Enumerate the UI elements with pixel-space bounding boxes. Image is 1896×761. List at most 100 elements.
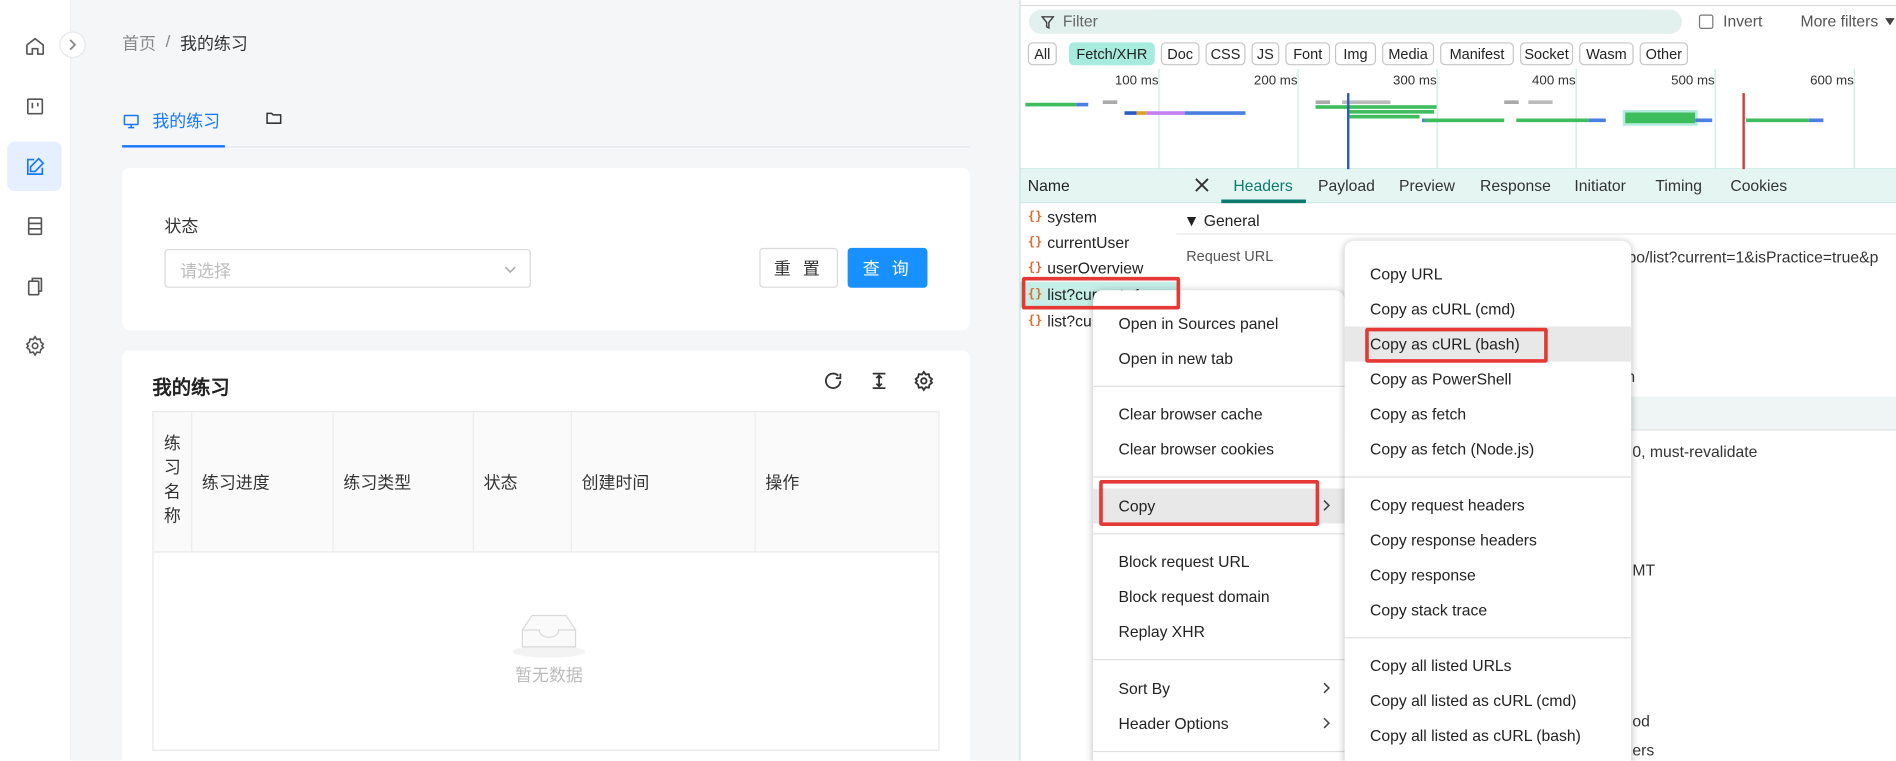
menu-sort-by[interactable]: Sort By — [1093, 671, 1345, 706]
refresh-icon — [824, 372, 842, 389]
tab-timing[interactable]: Timing — [1655, 177, 1702, 195]
filter-icon — [1041, 16, 1055, 30]
general-section-header[interactable]: ▼ General — [1176, 206, 1896, 235]
filter-input[interactable]: Filter — [1029, 9, 1682, 34]
rail-settings[interactable] — [7, 320, 61, 370]
copy-as-fetch[interactable]: Copy as fetch — [1345, 397, 1632, 432]
type-filter-socket[interactable]: Socket — [1519, 42, 1574, 66]
copy-stack-trace[interactable]: Copy stack trace — [1345, 592, 1632, 627]
tab-cookies[interactable]: Cookies — [1730, 177, 1787, 195]
side-rail — [0, 0, 72, 761]
copy-all-as-curl-cmd[interactable]: Copy all listed as cURL (cmd) — [1345, 683, 1632, 718]
timeline-label: 200 ms — [1253, 73, 1298, 89]
waterfall-bar — [1528, 100, 1553, 104]
name-column-header[interactable]: Name — [1020, 169, 1177, 204]
close-icon[interactable] — [1193, 177, 1210, 194]
copy-response-headers[interactable]: Copy response headers — [1345, 522, 1632, 557]
waterfall-bar — [1102, 100, 1118, 104]
reset-button[interactable]: 重 置 — [759, 247, 838, 288]
refresh-button[interactable] — [822, 370, 846, 394]
waterfall-bar — [1516, 118, 1589, 123]
menu-clear-cache[interactable]: Clear browser cache — [1093, 397, 1345, 432]
copy-as-curl-bash[interactable]: Copy as cURL (bash) — [1344, 326, 1632, 362]
tab-initiator[interactable]: Initiator — [1574, 177, 1626, 195]
folder-icon — [266, 112, 282, 124]
timeline-label: 300 ms — [1392, 73, 1437, 89]
rail-board[interactable] — [7, 81, 61, 131]
waterfall-bar — [1124, 111, 1137, 115]
type-filter-font[interactable]: Font — [1285, 42, 1331, 66]
tab-my-practice-label: 我的练习 — [152, 111, 221, 131]
menu-replay-xhr[interactable]: Replay XHR — [1093, 614, 1345, 649]
invert-checkbox[interactable] — [1698, 13, 1714, 29]
more-filters-label: More filters — [1800, 12, 1879, 31]
header-value-fragment: od — [1632, 712, 1650, 731]
type-filter-all[interactable]: All — [1027, 42, 1057, 66]
menu-block-request-domain[interactable]: Block request domain — [1093, 579, 1345, 614]
invert-toggle[interactable]: Invert — [1698, 12, 1763, 31]
request-row[interactable]: {} currentUser — [1021, 230, 1177, 255]
collapse-sidebar-button[interactable] — [59, 31, 86, 59]
rail-list[interactable] — [7, 201, 61, 251]
type-filter-media[interactable]: Media — [1382, 42, 1435, 66]
waterfall-bar — [1424, 118, 1505, 123]
more-filters-dropdown[interactable]: More filters — [1800, 12, 1896, 31]
timeline-gridline — [1158, 68, 1160, 170]
table-title: 我的练习 — [152, 378, 230, 400]
menu-clear-cookies[interactable]: Clear browser cookies — [1093, 432, 1345, 467]
copy-response[interactable]: Copy response — [1345, 557, 1632, 592]
board-icon — [26, 97, 43, 114]
breadcrumb-home[interactable]: 首页 — [122, 31, 156, 55]
type-filter-css[interactable]: CSS — [1205, 42, 1246, 66]
type-filter-fetch-xhr[interactable]: Fetch/XHR — [1068, 42, 1155, 66]
rail-copy[interactable] — [7, 261, 61, 311]
menu-separator — [1093, 385, 1345, 387]
status-select[interactable]: 请选择 — [164, 249, 531, 288]
rail-edit[interactable] — [7, 141, 62, 192]
copy-all-as-curl-bash[interactable]: Copy all listed as cURL (bash) — [1345, 718, 1632, 753]
menu-open-in-new-tab[interactable]: Open in new tab — [1093, 341, 1345, 376]
copy-as-curl-cmd[interactable]: Copy as cURL (cmd) — [1345, 291, 1632, 326]
tab-my-practice[interactable]: 我的练习 — [122, 109, 220, 133]
copy-url[interactable]: Copy URL — [1345, 256, 1632, 291]
load-event-marker — [1742, 93, 1745, 170]
menu-open-in-sources[interactable]: Open in Sources panel — [1093, 306, 1345, 341]
type-filter-other[interactable]: Other — [1639, 42, 1689, 66]
copy-all-listed-urls[interactable]: Copy all listed URLs — [1345, 648, 1632, 683]
copy-icon — [27, 276, 42, 295]
request-row[interactable]: {} system — [1021, 204, 1177, 229]
list-icon — [27, 216, 42, 235]
waterfall-bar-selected — [1622, 110, 1698, 126]
type-filter-manifest[interactable]: Manifest — [1440, 42, 1514, 66]
rail-home[interactable] — [7, 21, 61, 71]
menu-header-options[interactable]: Header Options — [1093, 706, 1345, 741]
menu-block-request-url[interactable]: Block request URL — [1093, 544, 1345, 579]
devtools-top-edge — [1020, 0, 1896, 7]
copy-as-powershell[interactable]: Copy as PowerShell — [1345, 362, 1632, 397]
table-settings-button[interactable] — [913, 370, 937, 394]
invert-label: Invert — [1723, 12, 1763, 31]
menu-separator — [1093, 476, 1345, 478]
copy-submenu: Copy URL Copy as cURL (cmd) Copy as cURL… — [1344, 240, 1632, 761]
tab-folder[interactable] — [265, 109, 283, 127]
timeline-gridline — [1714, 68, 1716, 170]
type-filter-doc[interactable]: Doc — [1160, 42, 1200, 66]
copy-as-fetch-nodejs[interactable]: Copy as fetch (Node.js) — [1345, 432, 1632, 467]
query-button[interactable]: 查 询 — [847, 247, 928, 288]
waterfall-bar — [1746, 118, 1809, 123]
copy-request-headers[interactable]: Copy request headers — [1345, 487, 1632, 522]
type-filter-img[interactable]: Img — [1334, 42, 1377, 66]
breadcrumb-separator: / — [165, 31, 171, 51]
type-filter-js[interactable]: JS — [1251, 42, 1280, 66]
timeline-label: 100 ms — [1114, 73, 1159, 89]
tab-headers[interactable]: Headers — [1233, 177, 1292, 195]
menu-copy[interactable]: Copy — [1093, 488, 1345, 524]
request-row[interactable]: {} userOverview — [1021, 255, 1177, 280]
tab-payload[interactable]: Payload — [1318, 177, 1375, 195]
type-filter-wasm[interactable]: Wasm — [1579, 42, 1634, 66]
tab-response[interactable]: Response — [1480, 177, 1551, 195]
network-overview-timeline[interactable]: 100 ms 200 ms 300 ms 400 ms 500 ms 600 m… — [1020, 68, 1896, 170]
tab-preview[interactable]: Preview — [1399, 177, 1455, 195]
waterfall-bar — [1349, 110, 1435, 114]
density-button[interactable] — [868, 370, 892, 394]
